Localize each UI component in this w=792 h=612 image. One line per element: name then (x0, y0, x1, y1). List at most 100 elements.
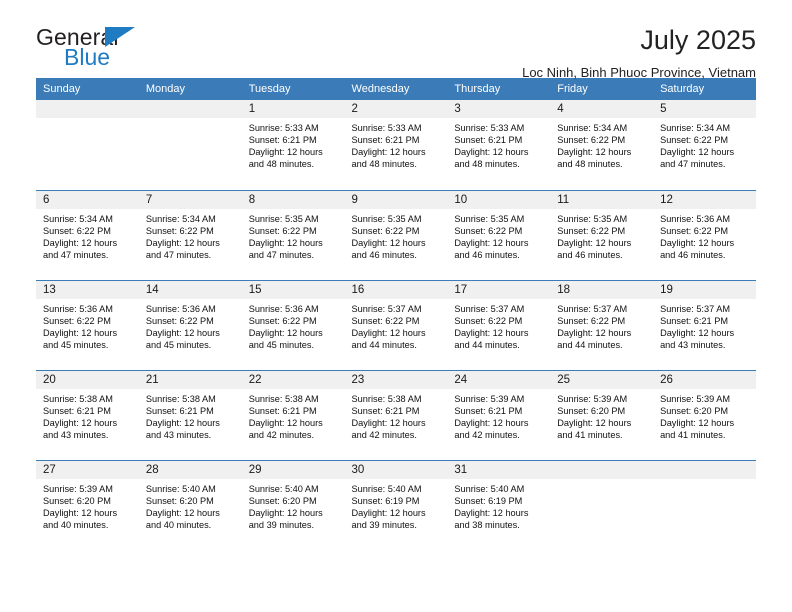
sunset-time: Sunset: 6:22 PM (43, 225, 111, 236)
day-number: 26 (653, 370, 756, 389)
day-details: Sunrise: 5:34 AM Sunset: 6:22 PM Daylight:… (139, 209, 242, 261)
day-details: Sunrise: 5:33 AM Sunset: 6:21 PM Daylight:… (447, 118, 550, 170)
general-blue-logo[interactable]: General Blue (36, 24, 166, 74)
daylight-duration: Daylight: 12 hours and 44 minutes. (351, 327, 426, 350)
calendar-cell: 16 Sunrise: 5:37 AM Sunset: 6:22 PM Dayligh… (344, 279, 448, 370)
calendar-cell: 4 Sunrise: 5:34 AM Sunset: 6:22 PM Daylight… (550, 100, 654, 190)
day-cell[interactable]: 5 Sunrise: 5:34 AM Sunset: 6:22 PM Daylight… (653, 100, 756, 189)
day-number: 24 (447, 370, 551, 389)
day-details: Sunrise: 5:34 AM Sunset: 6:22 PM Daylight:… (36, 209, 139, 261)
day-details: Sunrise: 5:38 AM Sunset: 6:21 PM Daylight:… (36, 389, 139, 441)
day-cell[interactable]: 15 Sunrise: 5:36 AM Sunset: 6:22 PM Dayligh… (241, 280, 345, 370)
calendar-cell: 27 Sunrise: 5:39 AM Sunset: 6:20 PM Dayligh… (36, 459, 139, 550)
day-details: Sunrise: 5:36 AM Sunset: 6:22 PM Daylight:… (36, 299, 139, 351)
day-cell[interactable]: 16 Sunrise: 5:37 AM Sunset: 6:22 PM Dayligh… (344, 280, 448, 370)
day-cell[interactable]: 21 Sunrise: 5:38 AM Sunset: 6:21 PM Dayligh… (138, 370, 242, 460)
day-cell[interactable]: 3 Sunrise: 5:33 AM Sunset: 6:21 PM Daylight… (447, 100, 551, 189)
day-cell-empty (653, 460, 756, 550)
sunset-time: Sunset: 6:21 PM (351, 135, 420, 146)
day-cell[interactable]: 6 Sunrise: 5:34 AM Sunset: 6:22 PM Daylight… (36, 190, 139, 280)
day-number: 14 (138, 280, 242, 299)
day-cell[interactable]: 20 Sunrise: 5:38 AM Sunset: 6:21 PM Dayligh… (36, 370, 139, 460)
day-details: Sunrise: 5:33 AM Sunset: 6:21 PM Daylight:… (242, 118, 345, 170)
sunrise-time: Sunrise: 5:33 AM (454, 123, 525, 133)
sunset-time: Sunset: 6:21 PM (351, 405, 420, 416)
day-cell[interactable]: 25 Sunrise: 5:39 AM Sunset: 6:20 PM Dayligh… (550, 370, 654, 460)
daylight-duration: Daylight: 12 hours and 48 minutes. (351, 147, 426, 170)
calendar-cell: 24 Sunrise: 5:39 AM Sunset: 6:21 PM Dayligh… (447, 369, 551, 460)
calendar-cell: 11 Sunrise: 5:35 AM Sunset: 6:22 PM Dayligh… (550, 189, 654, 280)
day-number: 3 (447, 100, 551, 118)
daylight-duration: Daylight: 12 hours and 44 minutes. (454, 327, 529, 350)
sunset-time: Sunset: 6:22 PM (454, 315, 523, 326)
day-cell[interactable]: 28 Sunrise: 5:40 AM Sunset: 6:20 PM Dayligh… (138, 460, 242, 550)
day-cell[interactable]: 4 Sunrise: 5:34 AM Sunset: 6:22 PM Daylight… (550, 100, 654, 189)
day-number: 31 (447, 460, 551, 479)
calendar-week-row: 20 Sunrise: 5:38 AM Sunset: 6:21 PM Dayligh… (36, 369, 756, 460)
calendar-cell (36, 100, 139, 190)
calendar-cell: 7 Sunrise: 5:34 AM Sunset: 6:22 PM Daylight… (138, 189, 242, 280)
daylight-duration: Daylight: 12 hours and 41 minutes. (557, 417, 632, 440)
calendar-cell: 17 Sunrise: 5:37 AM Sunset: 6:22 PM Dayligh… (447, 279, 551, 370)
calendar-cell: 9 Sunrise: 5:35 AM Sunset: 6:22 PM Daylight… (344, 189, 448, 280)
day-details: Sunrise: 5:37 AM Sunset: 6:22 PM Daylight:… (345, 299, 448, 351)
day-cell[interactable]: 19 Sunrise: 5:37 AM Sunset: 6:21 PM Dayligh… (653, 280, 756, 370)
day-number: 21 (138, 370, 242, 389)
day-details: Sunrise: 5:35 AM Sunset: 6:22 PM Daylight:… (550, 209, 653, 261)
calendar-cell: 2 Sunrise: 5:33 AM Sunset: 6:21 PM Daylight… (344, 100, 448, 190)
daylight-duration: Daylight: 12 hours and 47 minutes. (43, 237, 118, 260)
day-cell[interactable]: 24 Sunrise: 5:39 AM Sunset: 6:21 PM Dayligh… (447, 370, 551, 460)
sunrise-time: Sunrise: 5:37 AM (557, 303, 628, 314)
sunset-time: Sunset: 6:22 PM (660, 135, 728, 146)
day-cell[interactable]: 13 Sunrise: 5:36 AM Sunset: 6:22 PM Dayligh… (36, 280, 139, 370)
daylight-duration: Daylight: 12 hours and 46 minutes. (351, 237, 426, 260)
day-cell[interactable]: 29 Sunrise: 5:40 AM Sunset: 6:20 PM Dayligh… (241, 460, 345, 550)
weekday-header-friday: Friday (550, 78, 654, 100)
day-cell[interactable]: 30 Sunrise: 5:40 AM Sunset: 6:19 PM Dayligh… (344, 460, 448, 550)
daylight-duration: Daylight: 12 hours and 44 minutes. (557, 327, 632, 350)
day-cell[interactable]: 12 Sunrise: 5:36 AM Sunset: 6:22 PM Dayligh… (653, 190, 756, 280)
calendar-cell: 29 Sunrise: 5:40 AM Sunset: 6:20 PM Dayligh… (241, 459, 345, 550)
day-cell[interactable]: 23 Sunrise: 5:38 AM Sunset: 6:21 PM Dayligh… (344, 370, 448, 460)
sunset-time: Sunset: 6:22 PM (145, 225, 214, 236)
calendar-cell: 15 Sunrise: 5:36 AM Sunset: 6:22 PM Dayligh… (241, 279, 345, 370)
calendar-cell: 6 Sunrise: 5:34 AM Sunset: 6:22 PM Daylight… (36, 189, 139, 280)
daylight-duration: Daylight: 12 hours and 45 minutes. (248, 327, 323, 350)
day-cell[interactable]: 14 Sunrise: 5:36 AM Sunset: 6:22 PM Dayligh… (138, 280, 242, 370)
sunset-time: Sunset: 6:22 PM (351, 225, 420, 236)
day-details: Sunrise: 5:38 AM Sunset: 6:21 PM Daylight:… (139, 389, 242, 441)
day-cell[interactable]: 7 Sunrise: 5:34 AM Sunset: 6:22 PM Daylight… (138, 190, 242, 280)
day-cell[interactable]: 8 Sunrise: 5:35 AM Sunset: 6:22 PM Daylight… (241, 190, 345, 280)
sunset-time: Sunset: 6:20 PM (43, 495, 111, 506)
day-details: Sunrise: 5:39 AM Sunset: 6:20 PM Daylight:… (550, 389, 653, 441)
day-cell[interactable]: 18 Sunrise: 5:37 AM Sunset: 6:22 PM Dayligh… (550, 280, 654, 370)
day-cell[interactable]: 11 Sunrise: 5:35 AM Sunset: 6:22 PM Dayligh… (550, 190, 654, 280)
sunset-time: Sunset: 6:22 PM (248, 315, 317, 326)
sunrise-time: Sunrise: 5:39 AM (43, 483, 113, 494)
daylight-duration: Daylight: 12 hours and 47 minutes. (145, 237, 220, 260)
day-cell[interactable]: 22 Sunrise: 5:38 AM Sunset: 6:21 PM Dayligh… (241, 370, 345, 460)
title-block: July 2025 Loc Ninh, Binh Phuoc Province,… (166, 24, 756, 81)
calendar-cell: 30 Sunrise: 5:40 AM Sunset: 6:19 PM Dayligh… (344, 459, 448, 550)
day-cell[interactable]: 10 Sunrise: 5:35 AM Sunset: 6:22 PM Dayligh… (447, 190, 551, 280)
day-cell[interactable]: 17 Sunrise: 5:37 AM Sunset: 6:22 PM Dayligh… (447, 280, 551, 370)
day-number (36, 100, 139, 118)
sunset-time: Sunset: 6:22 PM (145, 315, 214, 326)
day-number: 4 (550, 100, 654, 118)
day-cell[interactable]: 27 Sunrise: 5:39 AM Sunset: 6:20 PM Dayligh… (36, 460, 139, 550)
day-number: 23 (344, 370, 448, 389)
weekday-header-tuesday: Tuesday (241, 78, 345, 100)
day-number: 29 (241, 460, 345, 479)
day-cell[interactable]: 1 Sunrise: 5:33 AM Sunset: 6:21 PM Daylight… (241, 100, 345, 189)
calendar-cell: 21 Sunrise: 5:38 AM Sunset: 6:21 PM Dayligh… (138, 369, 242, 460)
day-cell[interactable]: 9 Sunrise: 5:35 AM Sunset: 6:22 PM Daylight… (344, 190, 448, 280)
calendar-cell: 22 Sunrise: 5:38 AM Sunset: 6:21 PM Dayligh… (241, 369, 345, 460)
day-details: Sunrise: 5:39 AM Sunset: 6:21 PM Daylight:… (447, 389, 550, 441)
calendar-cell: 1 Sunrise: 5:33 AM Sunset: 6:21 PM Daylight… (241, 100, 345, 190)
day-cell[interactable]: 31 Sunrise: 5:40 AM Sunset: 6:19 PM Dayligh… (447, 460, 551, 550)
sunrise-time: Sunrise: 5:39 AM (660, 393, 731, 404)
day-cell[interactable]: 2 Sunrise: 5:33 AM Sunset: 6:21 PM Daylight… (344, 100, 448, 189)
calendar-cell: 20 Sunrise: 5:38 AM Sunset: 6:21 PM Dayligh… (36, 369, 139, 460)
day-cell[interactable]: 26 Sunrise: 5:39 AM Sunset: 6:20 PM Dayligh… (653, 370, 756, 460)
sunrise-time: Sunrise: 5:36 AM (43, 303, 113, 314)
